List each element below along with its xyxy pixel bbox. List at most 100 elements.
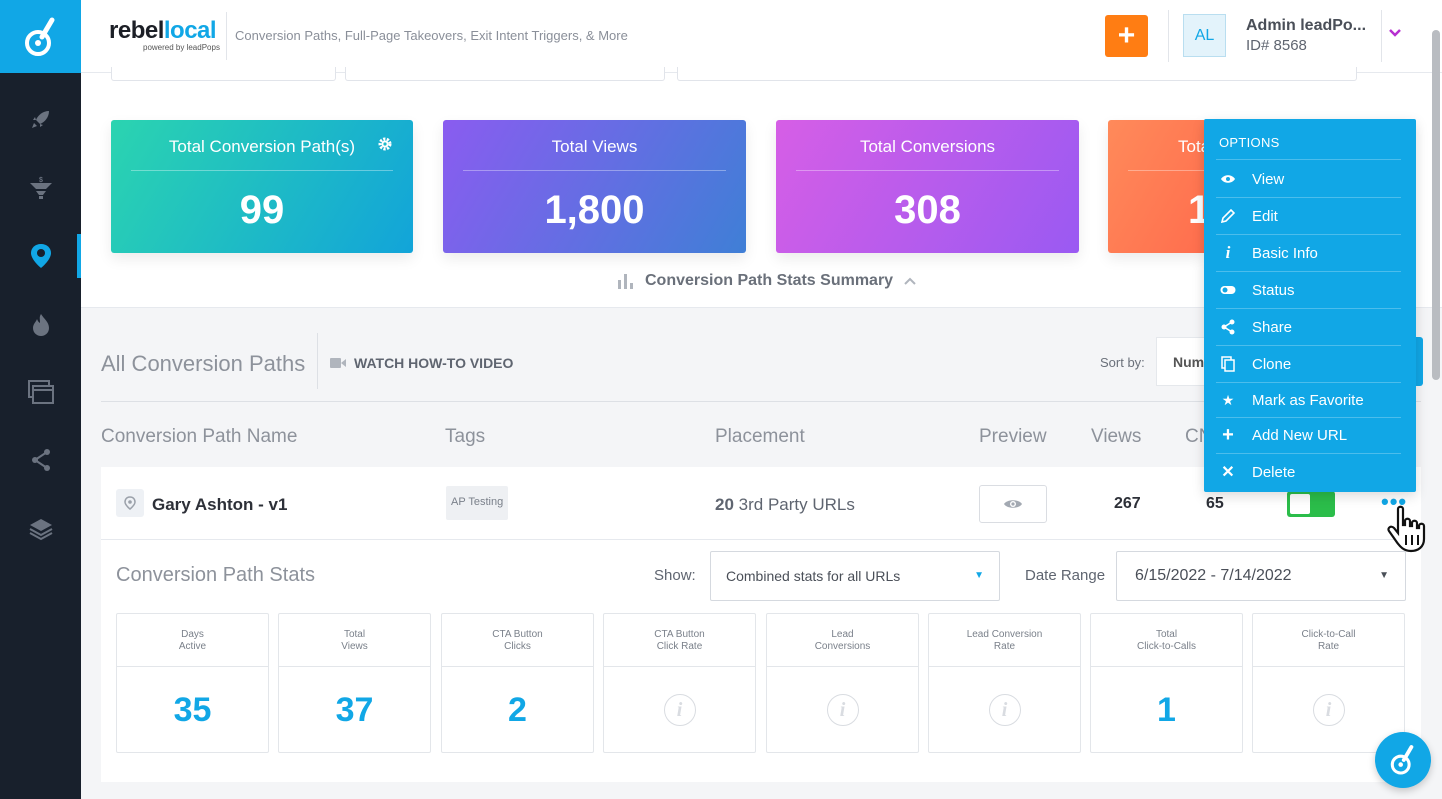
date-range-select[interactable]: 6/15/2022 - 7/14/2022 ▼ — [1116, 551, 1406, 601]
summary-toggle-label: Conversion Path Stats Summary — [645, 272, 894, 289]
stat-card-total-views: Total Views 1,800 — [443, 120, 746, 253]
funnel-icon[interactable]: $ — [0, 166, 81, 210]
menu-item-edit[interactable]: Edit — [1204, 198, 1416, 234]
sidebar: $ — [0, 0, 81, 799]
info-icon[interactable]: i — [663, 694, 696, 726]
page-title: All Conversion Paths — [101, 351, 306, 376]
help-launcher-button[interactable] — [1375, 732, 1431, 788]
star-icon: ★ — [1221, 391, 1235, 408]
top-header: rebellocal powered by leadPops Conversio… — [81, 0, 1442, 73]
stat-value: 99 — [239, 188, 285, 232]
header-divider — [1168, 10, 1169, 62]
menu-item-clone[interactable]: Clone — [1204, 346, 1416, 382]
app-logo[interactable] — [0, 0, 81, 73]
filter-bar-remnant — [111, 67, 1411, 83]
stat-tile: Total Views 37 — [278, 613, 431, 753]
menu-item-favorite[interactable]: ★ Mark as Favorite — [1204, 382, 1416, 418]
stat-tile: CTA Button Clicks 2 — [441, 613, 594, 753]
menu-item-delete[interactable]: ✕ Delete — [1204, 454, 1416, 490]
stat-label: Total Views — [551, 137, 638, 156]
layers-icon[interactable] — [0, 507, 81, 551]
info-icon[interactable]: i — [988, 694, 1021, 726]
stat-value: 1,800 — [544, 188, 645, 232]
menu-item-basic-info[interactable]: i Basic Info — [1204, 235, 1416, 271]
video-camera-icon — [330, 358, 346, 368]
stat-tile: Total Click-to-Calls 1 — [1090, 613, 1243, 753]
network-icon[interactable] — [0, 438, 81, 482]
close-icon: ✕ — [1221, 464, 1235, 481]
hand-pointer-icon — [1386, 505, 1426, 561]
column-header-preview: Preview — [979, 426, 1047, 447]
preview-button[interactable] — [979, 485, 1047, 523]
eye-icon — [1004, 500, 1022, 508]
watch-video-button[interactable]: WATCH HOW-TO VIDEO — [330, 355, 513, 371]
eye-icon — [1204, 174, 1252, 184]
stat-tile: Lead Conversions i — [766, 613, 919, 753]
placement-link[interactable]: 20 3rd Party URLs — [715, 495, 855, 515]
pencil-icon — [1204, 209, 1252, 223]
user-name[interactable]: Admin leadPo... — [1246, 17, 1366, 35]
chevron-down-icon[interactable] — [1388, 25, 1402, 43]
options-menu-title: OPTIONS — [1219, 135, 1280, 150]
column-header-placement: Placement — [715, 426, 805, 447]
header-tagline: Conversion Paths, Full-Page Takeovers, E… — [235, 28, 628, 43]
stat-label: Tota — [1178, 137, 1204, 156]
brush-logo-icon — [1390, 745, 1414, 775]
stat-card-total-conversions: Total Conversions 308 — [776, 120, 1079, 253]
stat-tile: CTA Button Click Rate i — [603, 613, 756, 753]
brand-logo[interactable]: rebellocal powered by leadPops — [109, 17, 220, 52]
column-header-conversions: CN — [1185, 426, 1204, 447]
sort-by-label: Sort by: — [1100, 355, 1145, 370]
brush-logo-icon — [24, 17, 54, 56]
row-stats-title: Conversion Path Stats — [116, 564, 315, 586]
info-icon: i — [1225, 243, 1231, 262]
bar-chart-icon — [618, 274, 633, 289]
options-menu: OPTIONS View Edit i Basic Info Status Sh… — [1204, 119, 1416, 492]
header-divider — [226, 12, 227, 60]
table-row: Gary Ashton - v1 AP Testing 20 3rd Party… — [101, 467, 1421, 782]
add-new-button[interactable]: + — [1105, 15, 1148, 57]
stat-card-total-paths: Total Conversion Path(s) 99 — [111, 120, 413, 253]
status-toggle[interactable] — [1287, 491, 1335, 517]
column-header-name: Conversion Path Name — [101, 426, 298, 447]
toggle-icon — [1204, 285, 1252, 295]
conversions-value: 65 — [1206, 495, 1224, 512]
gear-icon[interactable] — [377, 136, 393, 157]
stat-tile: Lead Conversion Rate i — [928, 613, 1081, 753]
location-pin-icon — [116, 489, 144, 517]
location-pin-icon[interactable] — [0, 234, 81, 278]
show-label: Show: — [654, 567, 696, 584]
stat-value: 1 — [1188, 188, 1204, 232]
caret-down-icon: ▼ — [974, 570, 984, 581]
tag-chip[interactable]: AP Testing — [446, 486, 509, 520]
stat-value: 308 — [894, 188, 961, 232]
brand-powered-by: powered by leadPops — [143, 43, 220, 52]
path-name-link[interactable]: Gary Ashton - v1 — [152, 495, 287, 515]
stat-tile: Days Active 35 — [116, 613, 269, 753]
stat-label: Total Conversion Path(s) — [168, 137, 356, 156]
column-header-tags: Tags — [445, 426, 486, 447]
menu-item-add-url[interactable]: + Add New URL — [1204, 417, 1416, 453]
stat-card-partial: Tota 1 — [1108, 120, 1204, 253]
menu-item-share[interactable]: Share — [1204, 309, 1416, 345]
caret-down-icon: ▼ — [1379, 570, 1389, 581]
menu-item-status[interactable]: Status — [1204, 272, 1416, 308]
info-icon[interactable]: i — [1312, 694, 1345, 726]
scrollbar[interactable] — [1432, 30, 1440, 380]
chevron-up-icon — [904, 277, 916, 285]
show-select[interactable]: Combined stats for all URLs ▼ — [710, 551, 1000, 601]
rocket-icon[interactable] — [0, 97, 81, 141]
svg-text:$: $ — [39, 177, 43, 184]
windows-icon[interactable] — [0, 370, 81, 414]
clone-icon — [1204, 356, 1252, 372]
flame-icon[interactable] — [0, 303, 81, 347]
share-icon — [1204, 319, 1252, 335]
avatar[interactable]: AL — [1183, 14, 1226, 57]
user-id: ID# 8568 — [1246, 37, 1307, 54]
views-value: 267 — [1114, 495, 1141, 512]
info-icon[interactable]: i — [826, 694, 859, 726]
stats-summary-toggle[interactable]: Conversion Path Stats Summary — [617, 272, 917, 290]
stat-label: Total Conversions — [859, 137, 996, 156]
menu-item-view[interactable]: View — [1204, 161, 1416, 197]
column-header-views: Views — [1091, 426, 1142, 447]
